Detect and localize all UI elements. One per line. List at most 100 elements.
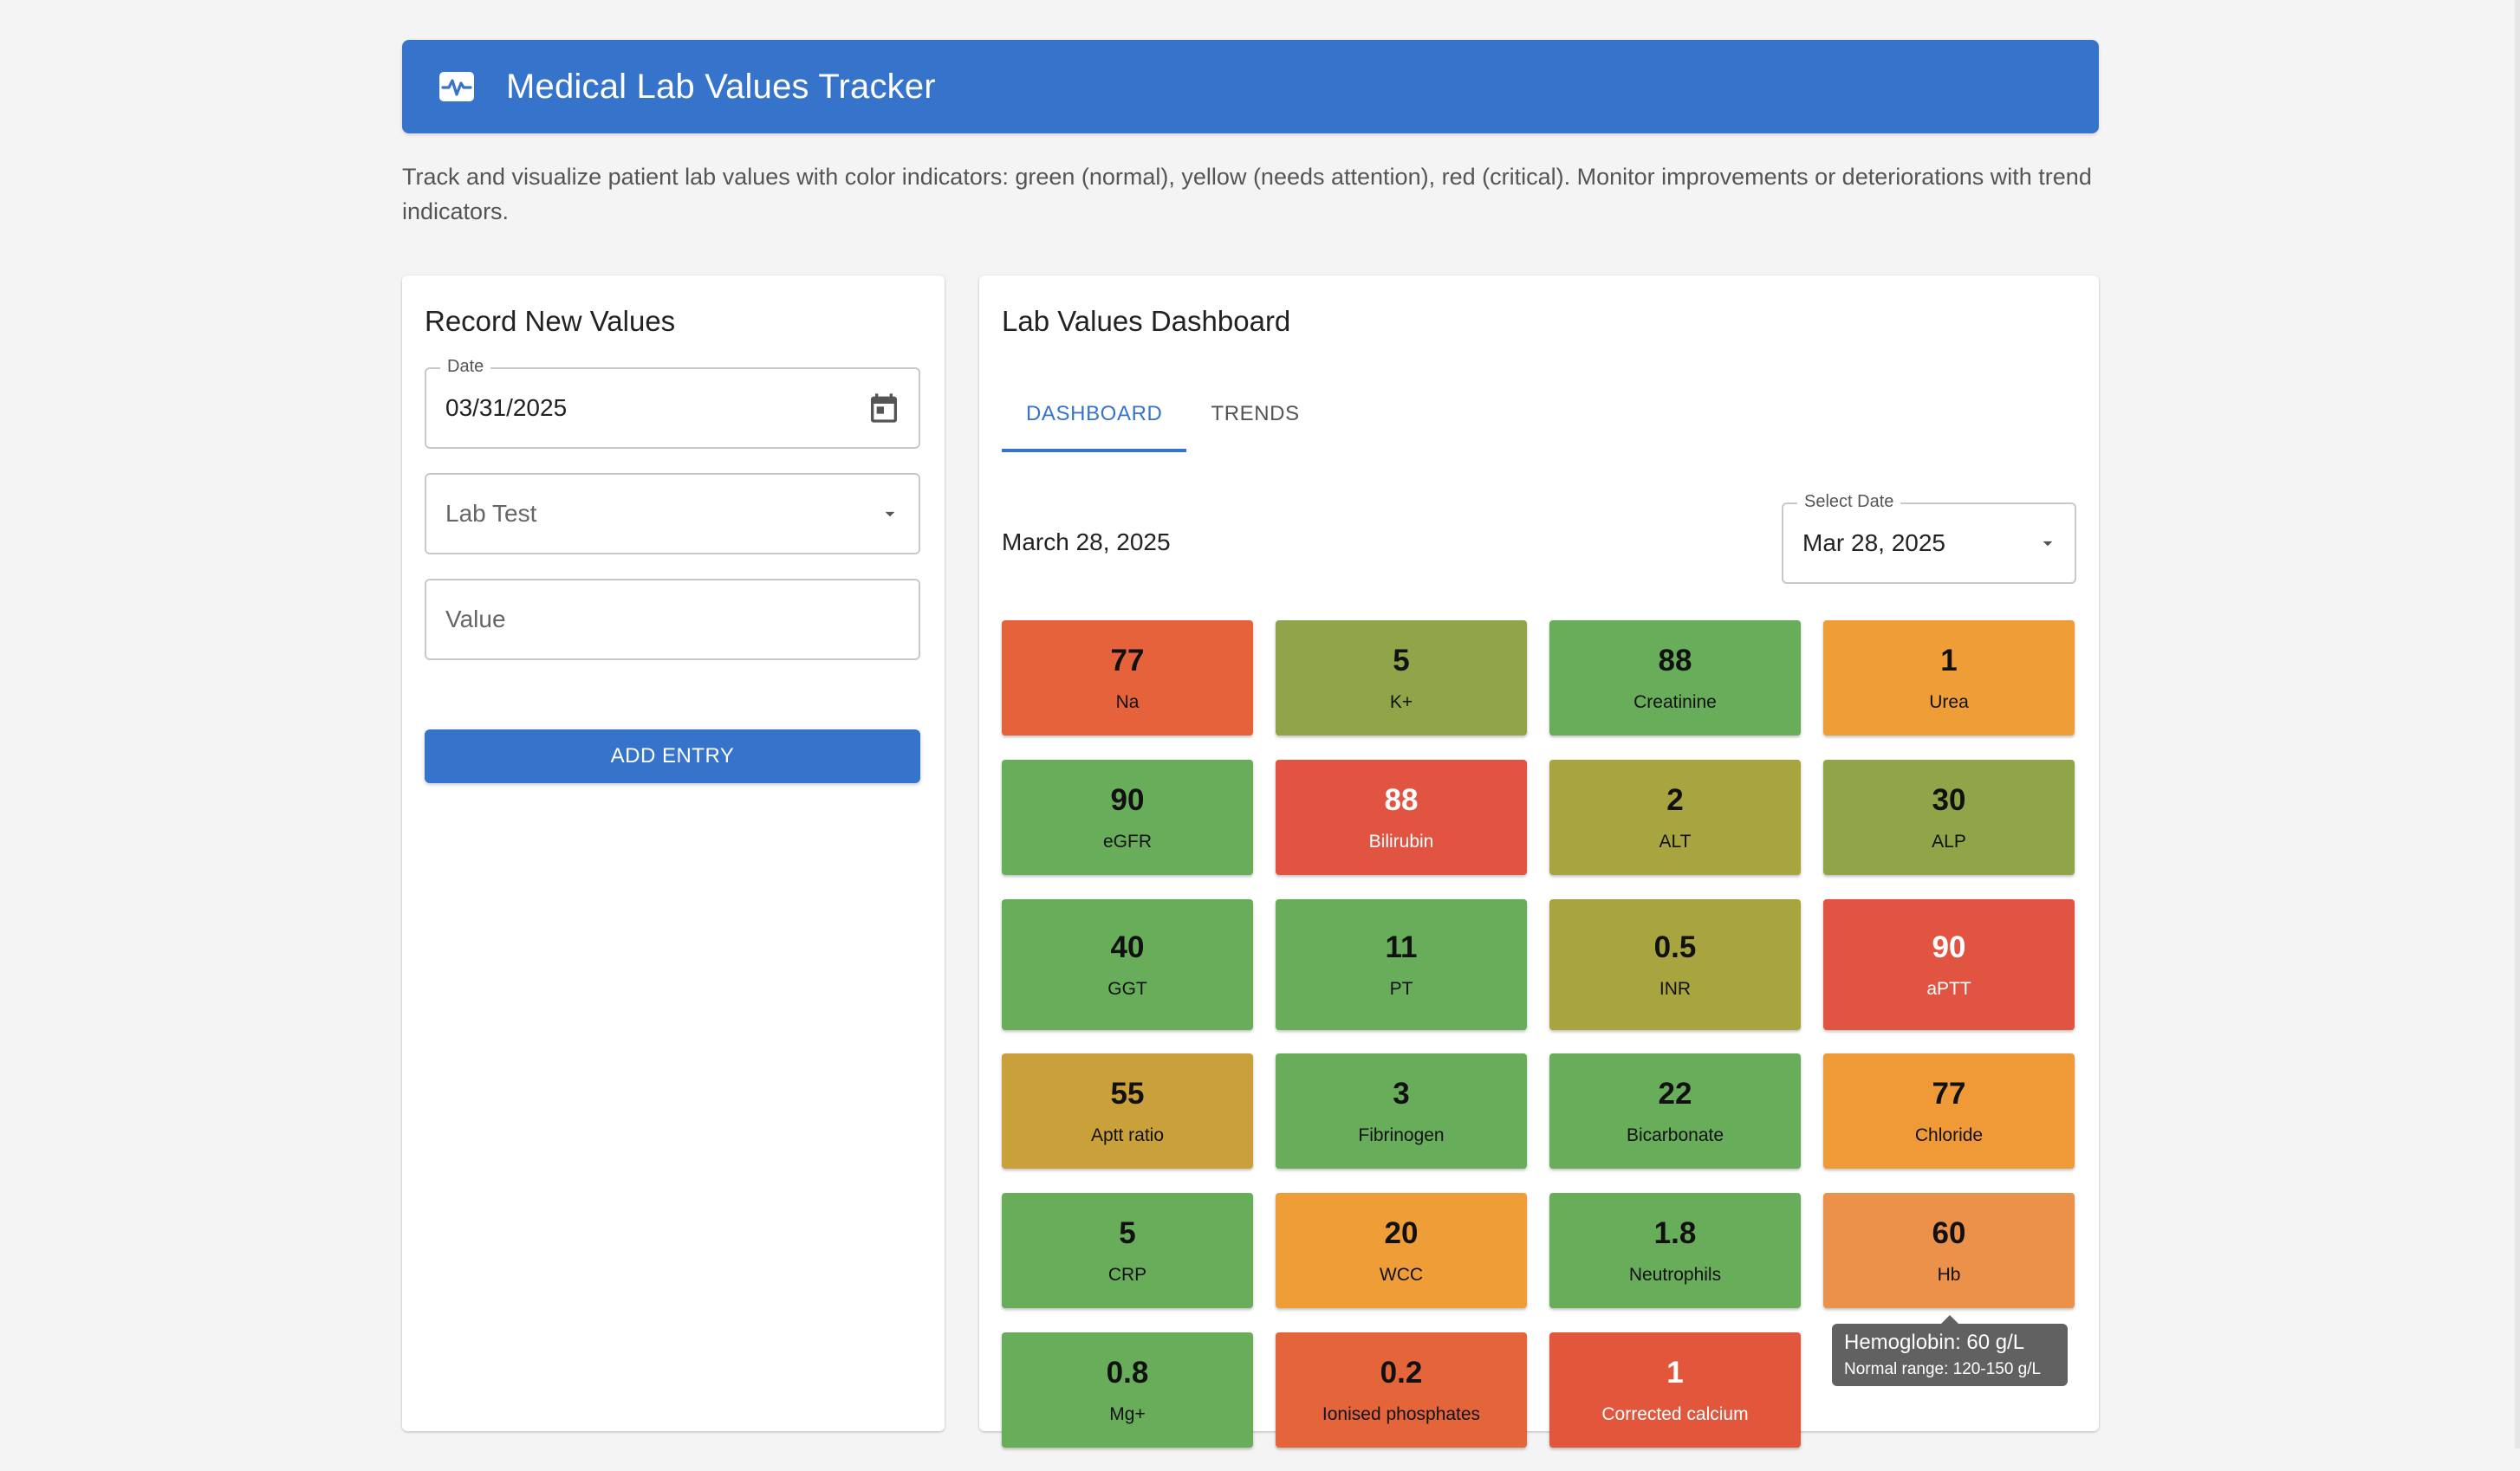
lab-value-tile[interactable]: 1.8 Neutrophils (1549, 1193, 1801, 1308)
lab-value-number: 88 (1658, 643, 1692, 677)
lab-value-name: PT (1389, 978, 1413, 999)
lab-value-tile[interactable]: 20 WCC (1276, 1193, 1527, 1308)
app-container: Medical Lab Values Tracker Track and vis… (402, 40, 2099, 1448)
lab-value-name: Aptt ratio (1090, 1124, 1165, 1145)
lab-value-tile[interactable]: 77 Chloride (1823, 1053, 2075, 1169)
lab-value-number: 30 (1932, 782, 1966, 817)
lab-value-name: K+ (1389, 691, 1413, 712)
main-content: Record New Values Date 03/31/2025 Lab Te… (402, 275, 2099, 1471)
lab-value-number: 90 (1110, 782, 1145, 817)
dashboard-card: Lab Values Dashboard DASHBOARD TRENDS Ma… (979, 275, 2099, 1448)
date-field-value: 03/31/2025 (445, 394, 568, 421)
lab-value-tile[interactable]: 5 CRP (1002, 1193, 1253, 1308)
lab-value-number: 88 (1384, 782, 1419, 817)
lab-value-name: ALT (1659, 831, 1692, 852)
scrollbar-track[interactable] (2515, 0, 2520, 1448)
lab-value-number: 5 (1393, 643, 1410, 677)
lab-value-tile[interactable]: 90 eGFR (1002, 760, 1253, 875)
lab-value-number: 60 (1932, 1215, 1966, 1250)
select-date-value: Mar 28, 2025 (1802, 529, 1945, 556)
lab-value-tile[interactable]: 55 Aptt ratio (1002, 1053, 1253, 1169)
lab-value-name: WCC (1379, 1264, 1424, 1285)
lab-value-name: Urea (1929, 691, 1969, 712)
lab-value-number: 3 (1393, 1076, 1410, 1111)
lab-value-name: Bicarbonate (1626, 1124, 1724, 1145)
lab-value-name: Mg+ (1109, 1403, 1146, 1424)
tab-dashboard[interactable]: DASHBOARD (1002, 379, 1187, 452)
lab-value-tile[interactable]: 90 aPTT (1823, 899, 2075, 1030)
value-placeholder: Value (445, 606, 506, 632)
app-description: Track and visualize patient lab values w… (402, 164, 2092, 224)
dashboard-title: Lab Values Dashboard (1002, 305, 1291, 337)
lab-test-placeholder: Lab Test (445, 500, 537, 527)
select-date-dropdown[interactable]: Select Date Mar 28, 2025 (1782, 492, 2076, 584)
lab-value-tile[interactable]: 1 Urea (1823, 620, 2075, 736)
lab-value-tile[interactable]: 5 K+ (1276, 620, 1527, 736)
lab-value-number: 90 (1932, 930, 1966, 964)
chevron-down-icon (879, 502, 901, 525)
lab-value-tile[interactable]: 0.8 Mg+ (1002, 1332, 1253, 1448)
calendar-icon[interactable] (867, 391, 901, 425)
lab-value-tile[interactable]: 1 Corrected calcium (1549, 1332, 1801, 1448)
app-header: Medical Lab Values Tracker (402, 40, 2099, 133)
lab-value-name: Ionised phosphates (1322, 1403, 1481, 1424)
lab-value-name: Chloride (1914, 1124, 1984, 1145)
lab-value-number: 40 (1110, 930, 1145, 964)
lab-value-name: eGFR (1102, 831, 1152, 852)
record-values-card: Record New Values Date 03/31/2025 Lab Te… (402, 275, 945, 1431)
lab-value-number: 0.8 (1106, 1355, 1149, 1390)
lab-value-tile[interactable]: 11 PT (1276, 899, 1527, 1030)
lab-value-name: Fibrinogen (1358, 1124, 1445, 1145)
lab-value-name: CRP (1107, 1264, 1147, 1285)
lab-value-number: 1.8 (1653, 1215, 1697, 1250)
lab-test-select[interactable]: Lab Test (425, 473, 920, 554)
hemoglobin-tooltip: Hemoglobin: 60 g/L Normal range: 120-150 … (1832, 1315, 2068, 1386)
monitor-heart-icon (438, 71, 475, 102)
lab-value-number: 11 (1385, 930, 1418, 964)
lab-value-name: Bilirubin (1368, 831, 1434, 852)
lab-value-name: INR (1659, 978, 1692, 999)
lab-value-number: 77 (1932, 1076, 1966, 1111)
tab-trends[interactable]: TRENDS (1186, 379, 1323, 449)
lab-value-tile[interactable]: 0.5 INR (1549, 899, 1801, 1030)
lab-value-tile[interactable]: 60 Hb (1823, 1193, 2075, 1308)
lab-value-name: Na (1115, 691, 1140, 712)
tooltip-arrow (1941, 1315, 1958, 1324)
record-values-title: Record New Values (425, 305, 676, 337)
select-date-label: Select Date (1797, 492, 1901, 512)
lab-value-tile[interactable]: 22 Bicarbonate (1549, 1053, 1801, 1169)
chevron-down-icon (2036, 532, 2059, 554)
lab-value-tile[interactable]: 2 ALT (1549, 760, 1801, 875)
lab-value-tile[interactable]: 77 Na (1002, 620, 1253, 736)
lab-value-tile[interactable]: 40 GGT (1002, 899, 1253, 1030)
lab-value-tile[interactable]: 0.2 Ionised phosphates (1276, 1332, 1527, 1448)
lab-value-number: 55 (1110, 1076, 1145, 1111)
lab-value-number: 1 (1940, 643, 1958, 677)
value-input[interactable]: Value (425, 579, 920, 660)
lab-value-number: 0.2 (1380, 1355, 1423, 1390)
selected-date-text: March 28, 2025 (1002, 528, 1171, 555)
lab-value-name: Corrected calcium (1601, 1403, 1749, 1424)
lab-value-tile[interactable]: 88 Creatinine (1549, 620, 1801, 736)
lab-value-tile[interactable]: 88 Bilirubin (1276, 760, 1527, 875)
date-field[interactable]: Date 03/31/2025 (425, 357, 920, 449)
tooltip-title: Hemoglobin: 60 g/L (1844, 1331, 2025, 1354)
date-field-label: Date (440, 357, 491, 377)
lab-value-name: ALP (1932, 831, 1966, 852)
dashboard-tabs: DASHBOARD TRENDS (1002, 379, 1324, 454)
add-entry-button[interactable]: ADD ENTRY (425, 729, 920, 783)
tooltip-detail: Normal range: 120-150 g/L (1844, 1360, 2042, 1378)
lab-value-number: 5 (1119, 1215, 1136, 1250)
lab-value-number: 77 (1110, 643, 1145, 677)
lab-value-tile[interactable]: 30 ALP (1823, 760, 2075, 875)
app-title: Medical Lab Values Tracker (506, 67, 936, 106)
lab-value-number: 1 (1666, 1355, 1684, 1390)
lab-value-number: 20 (1384, 1215, 1419, 1250)
lab-value-name: aPTT (1926, 978, 1971, 999)
lab-value-name: Creatinine (1633, 691, 1717, 712)
lab-value-name: GGT (1107, 978, 1147, 999)
lab-value-name: Hb (1937, 1264, 1961, 1285)
lab-value-name: Neutrophils (1628, 1264, 1722, 1285)
lab-value-tile[interactable]: 3 Fibrinogen (1276, 1053, 1527, 1169)
lab-value-number: 2 (1666, 782, 1684, 817)
